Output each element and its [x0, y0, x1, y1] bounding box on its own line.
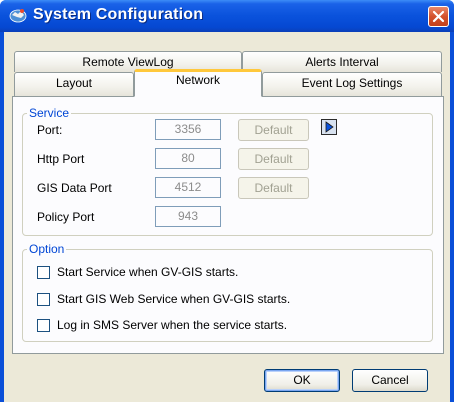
title-bar[interactable]: System Configuration: [0, 0, 454, 32]
app-globe-icon: [9, 9, 27, 23]
http-port-default-button[interactable]: Default: [238, 148, 309, 170]
tab-label: Alerts Interval: [305, 55, 379, 69]
window-title: System Configuration: [33, 6, 204, 23]
sms-login-label: Log in SMS Server when the service start…: [57, 318, 288, 332]
option-legend: Option: [29, 242, 65, 256]
play-arrow-icon: [325, 121, 334, 133]
tab-label: Network: [175, 73, 220, 87]
sms-login-checkbox[interactable]: [37, 318, 50, 332]
start-web-service-label: Start GIS Web Service when GV-GIS starts…: [57, 292, 291, 306]
port-field[interactable]: 3356: [155, 119, 221, 140]
service-legend: Service: [29, 106, 70, 120]
gis-data-port-field[interactable]: 4512: [155, 177, 221, 198]
http-port-field[interactable]: 80: [155, 148, 221, 169]
cancel-button[interactable]: Cancel: [352, 369, 428, 392]
start-service-checkbox-row[interactable]: Start Service when GV-GIS starts.: [37, 265, 238, 279]
policy-port-label: Policy Port: [37, 210, 95, 224]
http-port-label: Http Port: [37, 152, 85, 166]
start-web-service-checkbox-row[interactable]: Start GIS Web Service when GV-GIS starts…: [37, 292, 290, 306]
tab-label: Layout: [55, 76, 93, 90]
start-web-service-checkbox[interactable]: [37, 292, 50, 306]
gis-data-port-label: GIS Data Port: [37, 181, 112, 195]
ok-button[interactable]: OK: [264, 369, 340, 392]
tab-label: Event Log Settings: [301, 76, 403, 90]
start-service-checkbox[interactable]: [37, 265, 50, 279]
tab-label: Remote ViewLog: [82, 55, 174, 69]
start-service-label: Start Service when GV-GIS starts.: [57, 265, 239, 279]
port-label: Port:: [37, 123, 63, 137]
tab-alerts-interval[interactable]: Alerts Interval: [242, 51, 442, 72]
window-bottom-edge: [4, 398, 450, 402]
network-tab-panel: Service Port: 3356 Default Http Port 80 …: [12, 96, 444, 354]
tab-event-log-settings[interactable]: Event Log Settings: [262, 72, 442, 96]
policy-port-field[interactable]: 943: [155, 206, 221, 227]
expand-button[interactable]: [321, 119, 337, 135]
dialog-window: System Configuration Remote ViewLog Aler…: [0, 0, 454, 402]
sms-login-checkbox-row[interactable]: Log in SMS Server when the service start…: [37, 318, 287, 332]
tab-network[interactable]: Network: [134, 69, 262, 97]
port-default-button[interactable]: Default: [238, 119, 309, 141]
gis-data-port-default-button[interactable]: Default: [238, 177, 309, 199]
tab-layout[interactable]: Layout: [14, 72, 134, 96]
close-button[interactable]: [428, 6, 449, 27]
close-icon: [432, 10, 445, 23]
